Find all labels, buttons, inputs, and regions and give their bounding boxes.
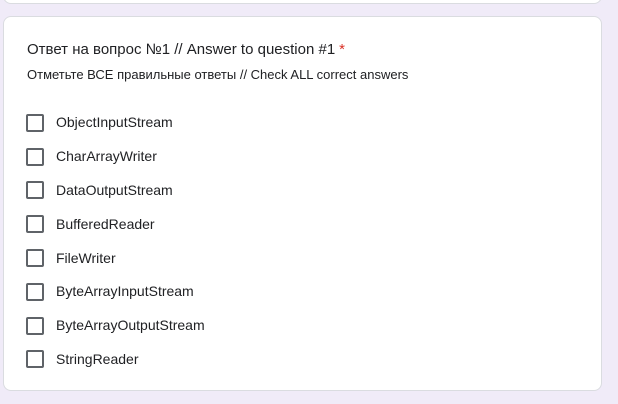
checkbox-option-label: CharArrayWriter: [56, 148, 157, 165]
checkbox-option-label: BufferedReader: [56, 215, 155, 232]
checkbox-option-label: ByteArrayOutputStream: [56, 317, 205, 334]
question-title: Ответ на вопрос №1 // Answer to question…: [27, 41, 345, 59]
checkbox-option[interactable]: DataOutputStream: [26, 174, 205, 208]
checkbox-option-label: ByteArrayInputStream: [56, 283, 194, 300]
checkbox[interactable]: [26, 350, 44, 369]
checkbox-option[interactable]: StringReader: [26, 343, 205, 377]
question-card: Ответ на вопрос №1 // Answer to question…: [3, 16, 602, 391]
question-title-text: Ответ на вопрос №1 // Answer to question…: [27, 41, 336, 58]
checkbox-option[interactable]: BufferedReader: [26, 207, 205, 241]
checkbox-option[interactable]: ByteArrayInputStream: [26, 275, 205, 309]
checkbox-option-label: FileWriter: [56, 249, 116, 266]
question-description: Отметьте ВСЕ правильные ответы // Check …: [27, 67, 409, 82]
checkbox-options-list: ObjectInputStream CharArrayWriter DataOu…: [26, 106, 205, 376]
checkbox[interactable]: [26, 147, 44, 166]
checkbox-option[interactable]: ObjectInputStream: [26, 106, 205, 140]
checkbox-option-label: ObjectInputStream: [56, 114, 173, 131]
checkbox-option-label: StringReader: [56, 350, 139, 367]
required-asterisk: *: [339, 41, 346, 58]
previous-card: [3, 0, 602, 4]
checkbox-option[interactable]: FileWriter: [26, 241, 205, 275]
checkbox-option[interactable]: ByteArrayOutputStream: [26, 309, 205, 343]
checkbox[interactable]: [26, 249, 44, 268]
checkbox[interactable]: [26, 316, 44, 335]
checkbox[interactable]: [26, 181, 44, 200]
checkbox[interactable]: [26, 113, 44, 132]
checkbox-option[interactable]: CharArrayWriter: [26, 140, 205, 174]
checkbox[interactable]: [26, 215, 44, 234]
checkbox[interactable]: [26, 282, 44, 301]
checkbox-option-label: DataOutputStream: [56, 181, 173, 198]
